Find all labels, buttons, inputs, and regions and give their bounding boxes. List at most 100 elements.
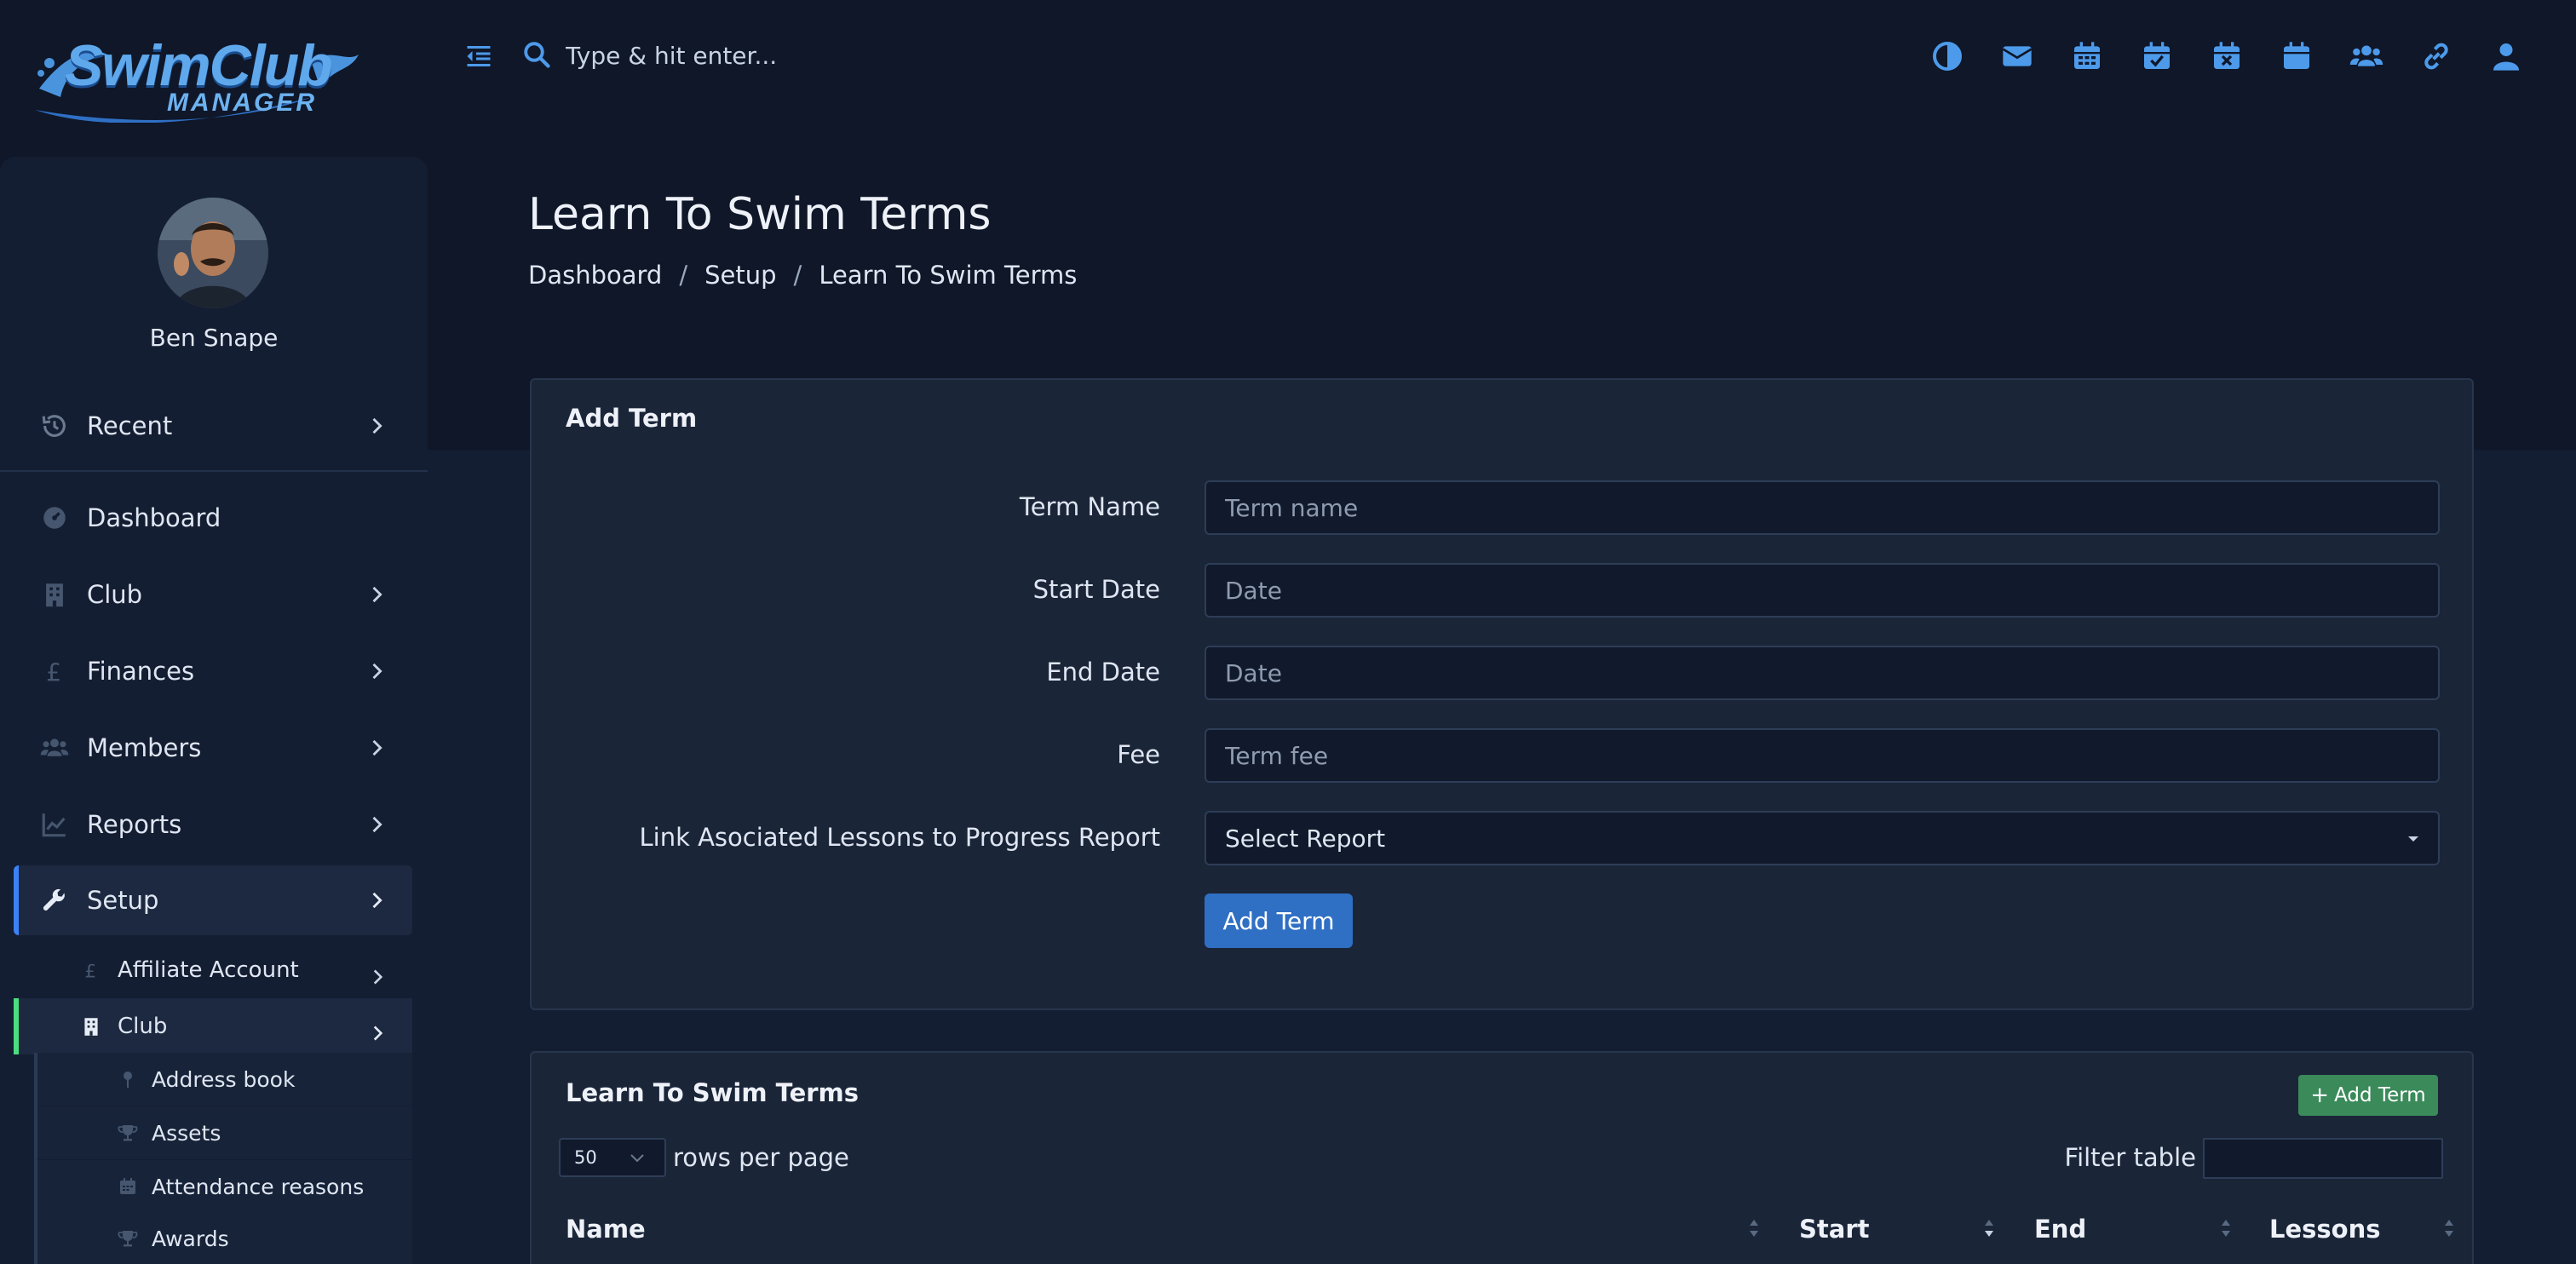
sidebar-toggle-icon[interactable] [463,41,494,72]
column-header-start[interactable]: Start [1799,1215,1869,1244]
sidebar-subitem-label: Club [118,1014,168,1039]
sidebar-item-recent[interactable]: Recent [14,394,412,458]
term-name-label: Term Name [1019,492,1160,521]
history-icon [39,411,70,441]
chevron-right-icon [372,739,382,756]
progress-report-select[interactable]: Select Report [1205,811,2440,865]
sidebar-item-label: Dashboard [87,503,221,532]
calendar-icon [116,1175,140,1198]
sidebar-item-label: Club [87,580,143,609]
end-date-input[interactable] [1205,646,2440,700]
add-term-button[interactable]: + Add Term [2298,1075,2438,1116]
sort-icon[interactable] [2218,1213,2234,1244]
contrast-icon[interactable] [1927,34,1968,78]
sidebar-item-finances[interactable]: £ Finances [14,639,412,704]
search-icon[interactable] [521,39,552,70]
rows-per-page-select[interactable]: 50 [559,1138,666,1177]
building-icon [39,579,70,610]
sidebar-item-label: Reports [87,810,182,839]
search-input[interactable] [566,34,1077,77]
sidebar-subsubitem-awards[interactable]: Awards [37,1213,412,1264]
sort-icon[interactable] [2441,1213,2457,1244]
sidebar-divider [0,470,428,472]
wrench-icon [39,885,70,916]
sidebar-subitem-club[interactable]: Club [14,998,412,1054]
trophy-icon [116,1121,140,1145]
filter-table-input[interactable] [2203,1138,2443,1179]
avatar-image [158,198,268,308]
sidebar-item-dashboard[interactable]: Dashboard [14,485,412,550]
rows-per-page-label: rows per page [673,1143,849,1172]
users-icon [39,733,70,763]
sidebar-subitem-label: Affiliate Account [118,957,299,983]
svg-text:£: £ [84,962,96,981]
pound-icon: £ [78,957,104,983]
sidebar-subsubitem-label: Awards [152,1226,229,1251]
calendar-x-icon[interactable] [2206,34,2247,78]
caret-down-icon [2408,836,2418,842]
fee-label: Fee [1117,740,1160,769]
add-term-card: Add Term Term Name Start Date End Date F… [530,378,2474,1010]
sidebar-item-setup[interactable]: Setup [14,865,412,935]
chevron-down-icon [630,1154,644,1163]
sort-desc-icon[interactable] [1981,1213,1997,1244]
start-date-label: Start Date [1032,575,1160,604]
column-header-lessons[interactable]: Lessons [2269,1215,2381,1244]
chevron-right-icon [373,1026,383,1041]
sidebar-subsubitem-attendance-reasons[interactable]: Attendance reasons [37,1160,412,1213]
chevron-right-icon [372,663,382,680]
trophy-icon [116,1227,140,1250]
sidebar-item-label: Finances [87,657,195,686]
filter-table-label: Filter table [2064,1143,2197,1172]
pin-icon [116,1067,140,1091]
breadcrumb-dashboard[interactable]: Dashboard [528,261,662,290]
chevron-right-icon [372,892,382,909]
calendar-grid-icon[interactable] [2067,34,2107,78]
sidebar-subsubitem-label: Assets [152,1120,221,1146]
fee-input[interactable] [1205,728,2440,783]
users-icon[interactable] [2346,34,2387,78]
chevron-right-icon [372,417,382,434]
avatar[interactable] [158,198,268,308]
sort-icon[interactable] [1746,1213,1762,1244]
logo-subtext: MANAGER [167,89,317,117]
user-icon[interactable] [2486,34,2527,78]
top-icon-bar [1927,34,2556,78]
term-name-input[interactable] [1205,480,2440,535]
user-name: Ben Snape [149,324,279,352]
sidebar-item-label: Members [87,733,202,762]
calendar-icon[interactable] [2276,34,2317,78]
chevron-right-icon [372,816,382,833]
card-title: Add Term [566,404,698,433]
chevron-right-icon [372,586,382,603]
link-icon[interactable] [2416,34,2457,78]
top-bar: SwimClub MANAGER [0,0,2576,153]
breadcrumb-separator: / [679,261,688,290]
breadcrumb-separator: / [793,261,802,290]
add-term-button-label: Add Term [2334,1084,2426,1106]
progress-report-label: Link Asociated Lessons to Progress Repor… [639,823,1160,852]
breadcrumb: Dashboard / Setup / Learn To Swim Terms [528,261,1077,290]
add-term-submit-button[interactable]: Add Term [1205,893,1353,948]
column-header-end[interactable]: End [2034,1215,2086,1244]
rows-per-page-value: 50 [574,1147,597,1168]
swimclub-logo[interactable]: SwimClub MANAGER [31,29,363,123]
envelope-icon[interactable] [1997,34,2038,78]
pound-icon: £ [39,656,70,687]
calendar-check-icon[interactable] [2136,34,2177,78]
sidebar-subsubitem-label: Address book [152,1066,296,1092]
column-header-name[interactable]: Name [566,1215,646,1244]
sidebar-item-label: Setup [87,886,159,915]
sidebar-item-reports[interactable]: Reports [14,792,412,857]
terms-table-card: Learn To Swim Terms + Add Term 50 rows p… [530,1051,2474,1264]
sidebar-item-label: Recent [87,411,173,440]
sidebar-subsubitem-address-book[interactable]: Address book [37,1053,412,1106]
sidebar-subitem-affiliate-account[interactable]: £ Affiliate Account [14,944,412,997]
sidebar-subsubitem-assets[interactable]: Assets [37,1106,412,1159]
breadcrumb-setup[interactable]: Setup [704,261,776,290]
sidebar-item-club[interactable]: Club [14,562,412,627]
start-date-input[interactable] [1205,563,2440,618]
sidebar-item-members[interactable]: Members [14,715,412,780]
svg-text:£: £ [46,658,61,686]
dashboard-icon [39,503,70,533]
